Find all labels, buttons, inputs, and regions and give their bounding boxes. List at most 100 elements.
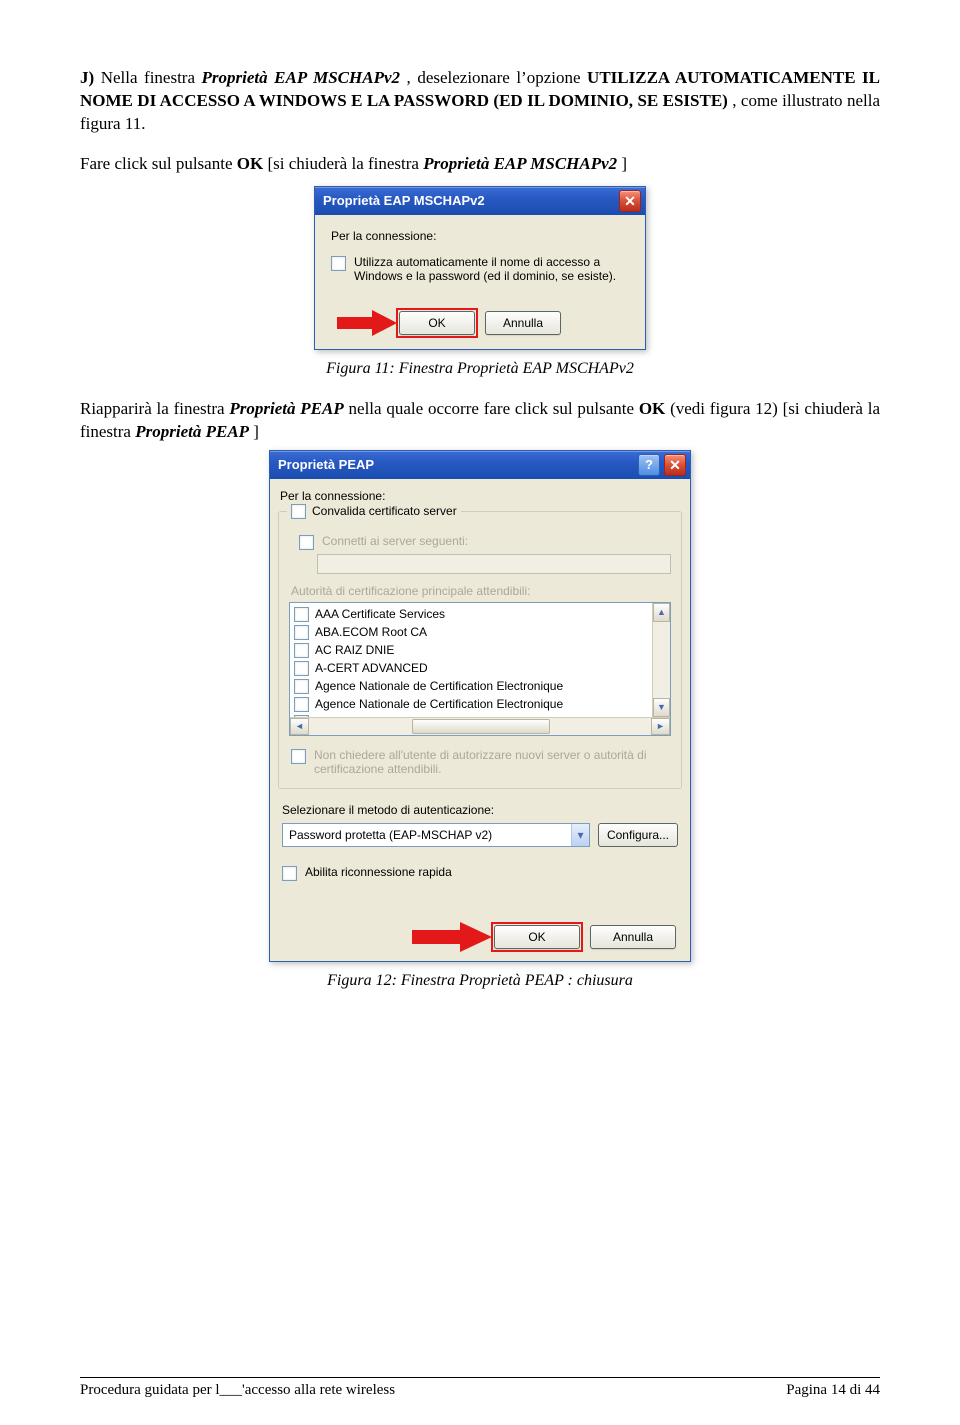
checkbox-row-no-prompt: Non chiedere all'utente di autorizzare n… — [291, 748, 671, 776]
dialog-body: Per la connessione: Utilizza automaticam… — [315, 215, 645, 349]
dialog-peap: Proprietà PEAP ? ✕ Per la connessione: C… — [269, 450, 691, 962]
list-item-label: ABA.ECOM Root CA — [315, 625, 427, 639]
checkbox-label: Non chiedere all'utente di autorizzare n… — [314, 748, 671, 776]
ref-prop-eap: Proprietà EAP MSCHAPv2 — [423, 154, 617, 173]
scroll-left-icon[interactable]: ◄ — [290, 718, 309, 735]
list-item-label: Agence Nationale de Certification Electr… — [315, 697, 563, 711]
vertical-scrollbar[interactable]: ▲ ▼ — [652, 603, 670, 717]
checkbox-row-auto-login[interactable]: Utilizza automaticamente il nome di acce… — [331, 255, 629, 283]
list-item-label: Agence Nationale de Certification Electr… — [315, 679, 563, 693]
scroll-track[interactable] — [653, 622, 670, 698]
auth-method-value: Password protetta (EAP-MSCHAP v2) — [289, 828, 492, 842]
text: , deselezionare l’opzione — [407, 68, 588, 87]
text: Riapparirà la finestra — [80, 399, 229, 418]
ca-listbox[interactable]: AAA Certificate Services ABA.ECOM Root CA… — [289, 602, 671, 736]
page-footer: Procedura guidata per l___'accesso alla … — [80, 1377, 880, 1399]
ref-prop-eap: Proprietà EAP MSCHAPv2 — [202, 68, 400, 87]
ok-highlight-wrap: OK — [494, 925, 580, 949]
ok-word: OK — [237, 154, 263, 173]
close-icon[interactable]: ✕ — [619, 190, 641, 212]
titlebar[interactable]: Proprietà EAP MSCHAPv2 ✕ — [315, 187, 645, 215]
list-item-label: A-CERT ADVANCED — [315, 661, 428, 675]
button-row: OK Annulla — [331, 311, 629, 335]
checkbox-icon[interactable] — [294, 643, 309, 658]
document-page: J) Nella finestra Proprietà EAP MSCHAPv2… — [0, 0, 960, 1425]
groupbox-label[interactable]: Convalida certificato server — [287, 503, 461, 519]
text: [si chiuderà la finestra — [267, 154, 423, 173]
checkbox-icon[interactable] — [294, 697, 309, 712]
titlebar[interactable]: Proprietà PEAP ? ✕ — [270, 451, 690, 479]
ok-highlight-wrap: OK — [399, 311, 475, 335]
list-item-label: AC RAIZ DNIE — [315, 643, 394, 657]
servers-input — [317, 554, 671, 574]
list-item[interactable]: AC RAIZ DNIE — [294, 641, 666, 659]
list-item-label: AAA Certificate Services — [315, 607, 445, 621]
auth-method-row: Password protetta (EAP-MSCHAP v2) ▾ Conf… — [270, 817, 690, 853]
list-item-label: America Online Root Certification Author… — [315, 715, 552, 717]
callout-arrow-icon — [337, 310, 397, 336]
ref-prop-peap: Proprietà PEAP — [135, 422, 249, 441]
checkbox-icon — [299, 535, 314, 550]
ref-prop-peap: Proprietà PEAP — [229, 399, 343, 418]
text: Fare click sul pulsante — [80, 154, 237, 173]
button-row: OK Annulla — [270, 915, 690, 961]
callout-arrow-icon — [412, 922, 492, 952]
cancel-button[interactable]: Annulla — [590, 925, 676, 949]
dialog-eap-mschapv2: Proprietà EAP MSCHAPv2 ✕ Per la connessi… — [314, 186, 646, 350]
text: Nella finestra — [101, 68, 202, 87]
cancel-button[interactable]: Annulla — [485, 311, 561, 335]
scroll-down-icon[interactable]: ▼ — [653, 698, 670, 717]
configure-button[interactable]: Configura... — [598, 823, 678, 847]
checkbox-icon — [291, 749, 306, 764]
scroll-thumb[interactable] — [412, 719, 551, 734]
scroll-right-icon[interactable]: ► — [651, 718, 670, 735]
list-items: AAA Certificate Services ABA.ECOM Root CA… — [290, 603, 670, 717]
connection-label: Per la connessione: — [270, 479, 690, 503]
close-icon[interactable]: ✕ — [664, 454, 686, 476]
text: nella quale occorre fare click sul pulsa… — [349, 399, 639, 418]
list-item[interactable]: Agence Nationale de Certification Electr… — [294, 695, 666, 713]
chevron-down-icon[interactable]: ▾ — [571, 824, 589, 846]
connection-label: Per la connessione: — [331, 229, 629, 243]
scroll-track[interactable] — [309, 718, 651, 735]
highlight-box — [396, 308, 478, 338]
checkbox-icon[interactable] — [282, 866, 297, 881]
list-item[interactable]: A-CERT ADVANCED — [294, 659, 666, 677]
text: ] — [253, 422, 259, 441]
checkbox-icon[interactable] — [331, 256, 346, 271]
paragraph-peap-reappear: Riapparirà la finestra Proprietà PEAP ne… — [80, 398, 880, 444]
list-item[interactable]: America Online Root Certification Author… — [294, 713, 666, 717]
checkbox-icon[interactable] — [294, 625, 309, 640]
checkbox-label: Utilizza automaticamente il nome di acce… — [354, 255, 629, 283]
text: ] — [621, 154, 627, 173]
scroll-up-icon[interactable]: ▲ — [653, 603, 670, 622]
ca-list-label: Autorità di certificazione principale at… — [291, 584, 671, 598]
step-letter: J) — [80, 68, 94, 87]
checkbox-row-fast-reconnect[interactable]: Abilita riconnessione rapida — [270, 865, 690, 887]
checkbox-icon[interactable] — [294, 679, 309, 694]
dialog-title: Proprietà PEAP — [278, 457, 638, 472]
list-item[interactable]: ABA.ECOM Root CA — [294, 623, 666, 641]
checkbox-icon[interactable] — [294, 661, 309, 676]
groupbox-server-validation: Convalida certificato server Connetti ai… — [278, 511, 682, 789]
dialog-title: Proprietà EAP MSCHAPv2 — [323, 193, 619, 208]
checkbox-icon[interactable] — [294, 607, 309, 622]
checkbox-label: Abilita riconnessione rapida — [305, 865, 452, 879]
checkbox-label: Connetti ai server seguenti: — [322, 534, 468, 548]
figure-caption-12: Figura 12: Finestra Proprietà PEAP : chi… — [80, 972, 880, 990]
list-item[interactable]: Agence Nationale de Certification Electr… — [294, 677, 666, 695]
highlight-box — [491, 922, 583, 952]
auth-method-label: Selezionare il metodo di autenticazione: — [270, 803, 690, 817]
help-icon[interactable]: ? — [638, 454, 660, 476]
horizontal-scrollbar[interactable]: ◄ ► — [290, 717, 670, 735]
paragraph-step-j: J) Nella finestra Proprietà EAP MSCHAPv2… — [80, 67, 880, 136]
checkbox-icon[interactable] — [294, 715, 309, 717]
ok-word: OK — [639, 399, 665, 418]
figure-caption-11: Figura 11: Finestra Proprietà EAP MSCHAP… — [80, 360, 880, 378]
paragraph-click-ok: Fare click sul pulsante OK [si chiuderà … — [80, 153, 880, 176]
auth-method-combobox[interactable]: Password protetta (EAP-MSCHAP v2) ▾ — [282, 823, 590, 847]
list-item[interactable]: AAA Certificate Services — [294, 605, 666, 623]
footer-right: Pagina 14 di 44 — [786, 1382, 880, 1399]
checkbox-icon[interactable] — [291, 504, 306, 519]
footer-left: Procedura guidata per l___'accesso alla … — [80, 1382, 395, 1399]
